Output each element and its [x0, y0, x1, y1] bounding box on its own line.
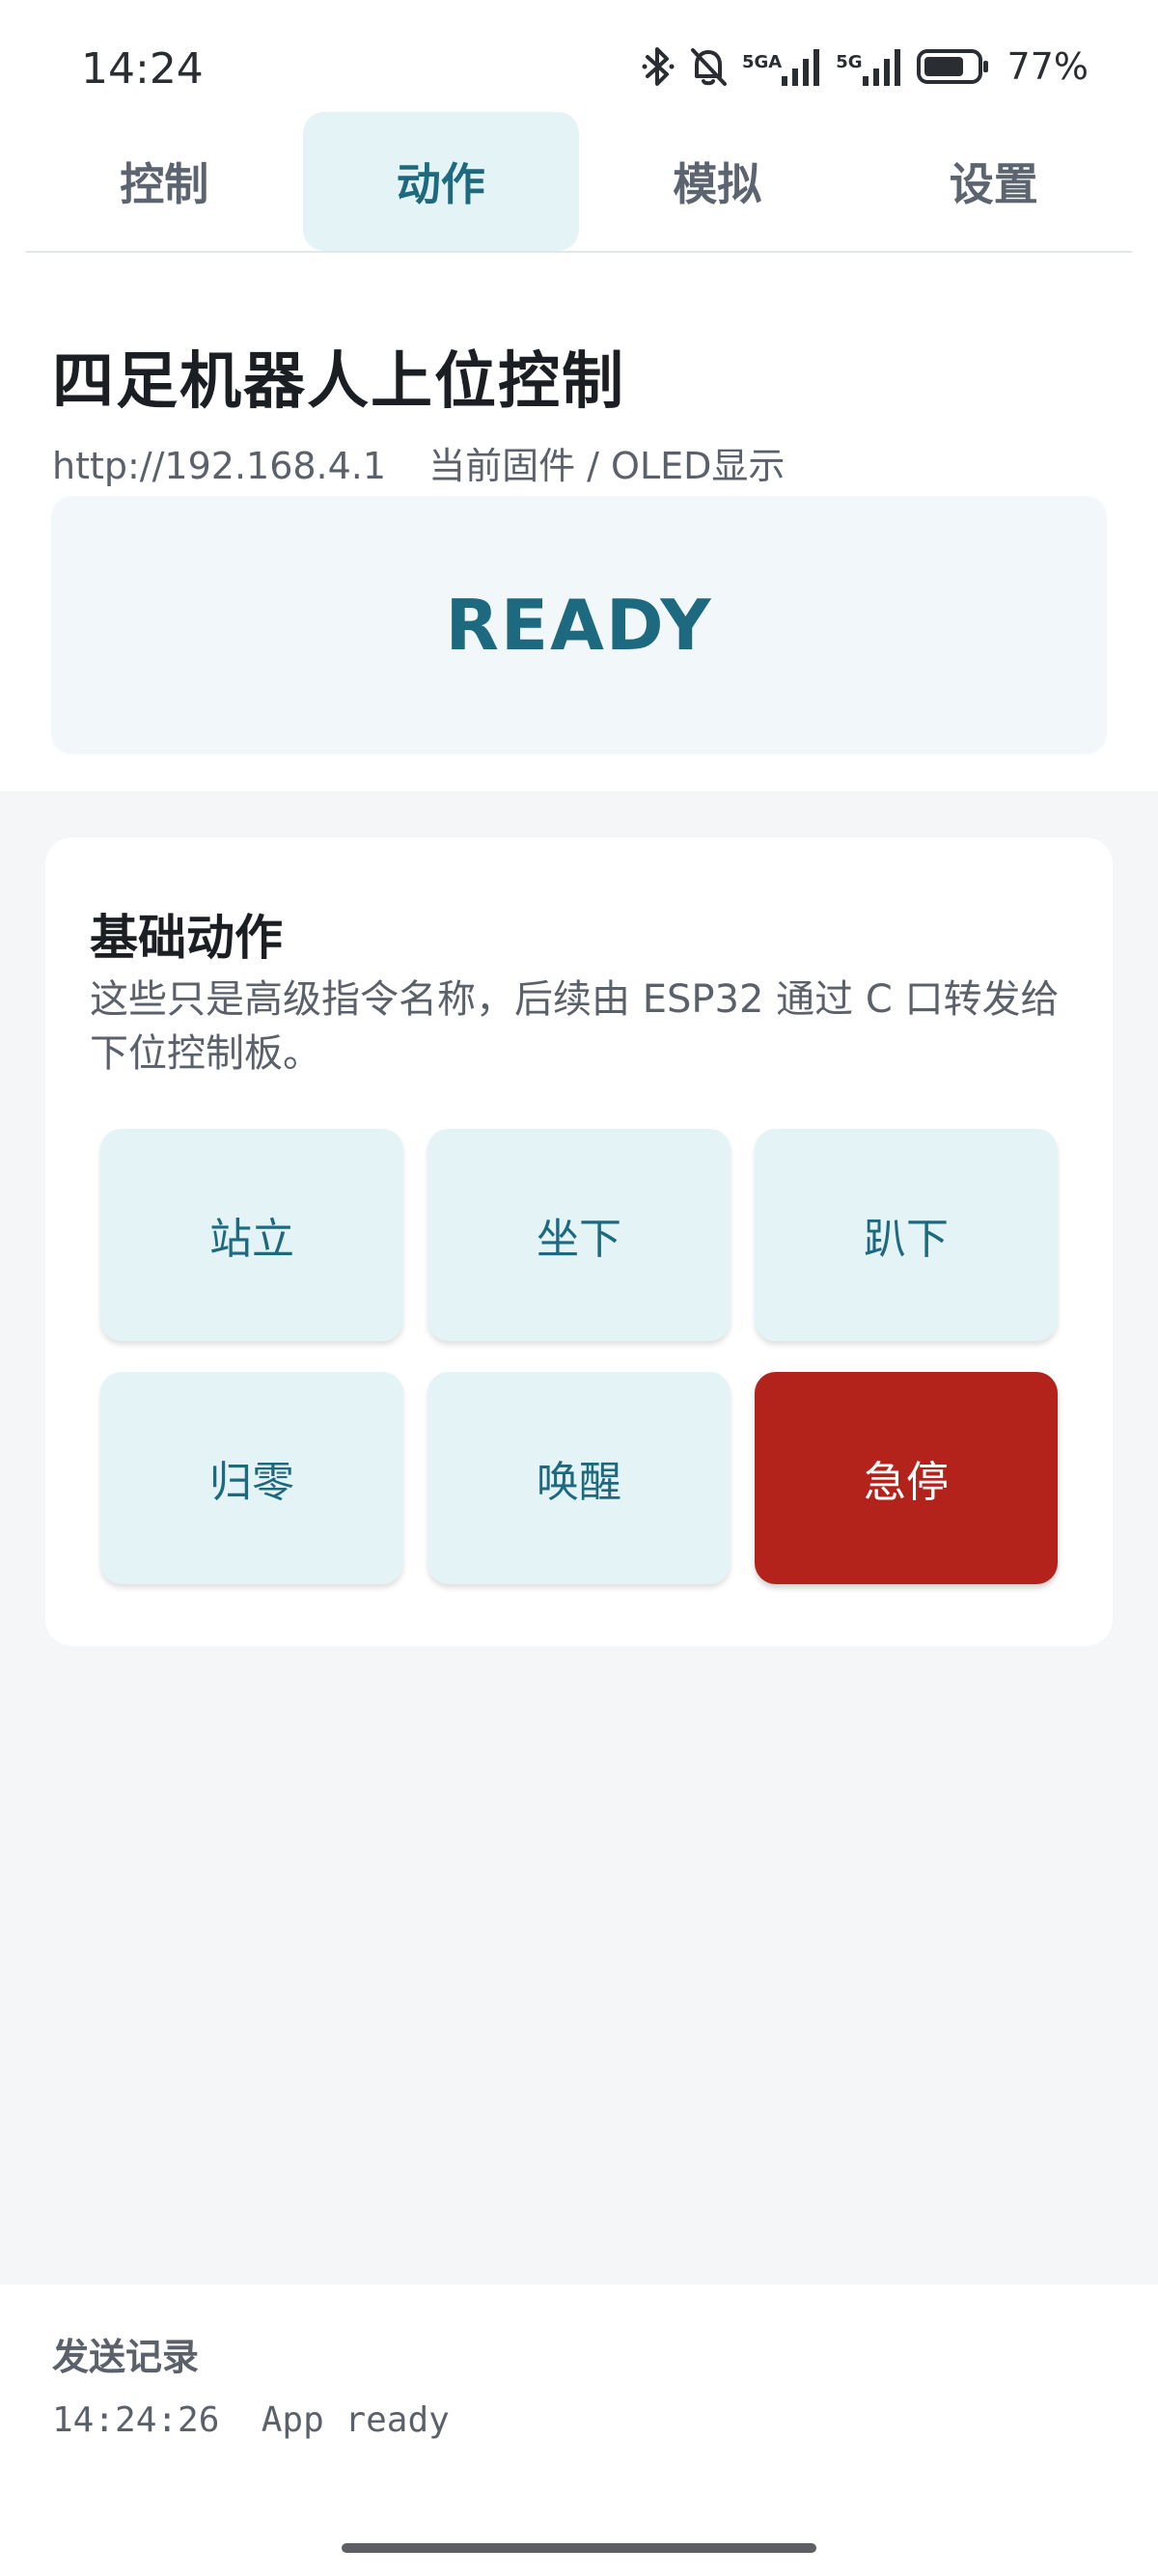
top-area: 14:24 5GA 5G 77% 控制 动作 模拟 设置 四足机器人上位控制 h…	[0, 0, 1158, 791]
log-entry: 14:24:26 App ready	[52, 2400, 450, 2440]
card-description: 这些只是高级指令名称，后续由 ESP32 通过 C 口转发给下位控制板。	[90, 977, 1060, 1076]
reset-zero-button[interactable]: 归零	[100, 1372, 403, 1584]
log-title: 发送记录	[52, 2336, 200, 2378]
card-title: 基础动作	[90, 910, 283, 966]
battery-icon	[916, 47, 990, 86]
wake-button[interactable]: 唤醒	[427, 1372, 731, 1584]
tab-settings[interactable]: 设置	[856, 112, 1133, 251]
lie-down-button[interactable]: 趴下	[755, 1129, 1058, 1341]
bluetooth-icon	[642, 45, 675, 88]
bell-off-icon	[688, 45, 729, 88]
app-screen: 14:24 5GA 5G 77% 控制 动作 模拟 设置 四足机器人上位控制 h…	[0, 0, 1158, 2576]
page-title: 四足机器人上位控制	[52, 346, 625, 418]
signal-5g-icon: 5G	[836, 47, 902, 86]
sit-button[interactable]: 坐下	[427, 1129, 731, 1341]
log-entry-message: App ready	[261, 2400, 450, 2440]
signal-5ga-icon: 5GA	[742, 47, 822, 86]
send-log-panel: 发送记录 14:24:26 App ready	[0, 2285, 1158, 2576]
connection-info: http://192.168.4.1 当前固件 / OLED显示	[52, 436, 785, 489]
firmware-info: 当前固件 / OLED显示	[428, 445, 786, 487]
network-label-5ga: 5GA	[741, 52, 783, 72]
tab-simulation[interactable]: 模拟	[579, 112, 856, 251]
status-bar: 14:24 5GA 5G 77%	[0, 0, 1158, 106]
battery-percent: 77%	[1006, 45, 1089, 88]
stand-button[interactable]: 站立	[100, 1129, 403, 1341]
tab-control[interactable]: 控制	[26, 112, 303, 251]
log-entry-time: 14:24:26	[52, 2400, 220, 2440]
oled-display-panel: READY	[51, 496, 1107, 754]
status-icons: 5GA 5G 77%	[642, 42, 1089, 91]
status-time: 14:24	[81, 44, 204, 94]
tab-bar: 控制 动作 模拟 设置	[26, 112, 1132, 253]
basic-actions-card: 基础动作 这些只是高级指令名称，后续由 ESP32 通过 C 口转发给下位控制板…	[45, 837, 1113, 1646]
network-label-5g: 5G	[836, 52, 863, 72]
tab-actions[interactable]: 动作	[302, 112, 579, 251]
display-status-text: READY	[445, 585, 713, 666]
home-indicator[interactable]	[342, 2543, 816, 2553]
device-url: http://192.168.4.1	[52, 445, 387, 487]
emergency-stop-button[interactable]: 急停	[755, 1372, 1058, 1584]
action-button-grid: 站立 坐下 趴下 归零 唤醒 急停	[100, 1129, 1065, 1584]
